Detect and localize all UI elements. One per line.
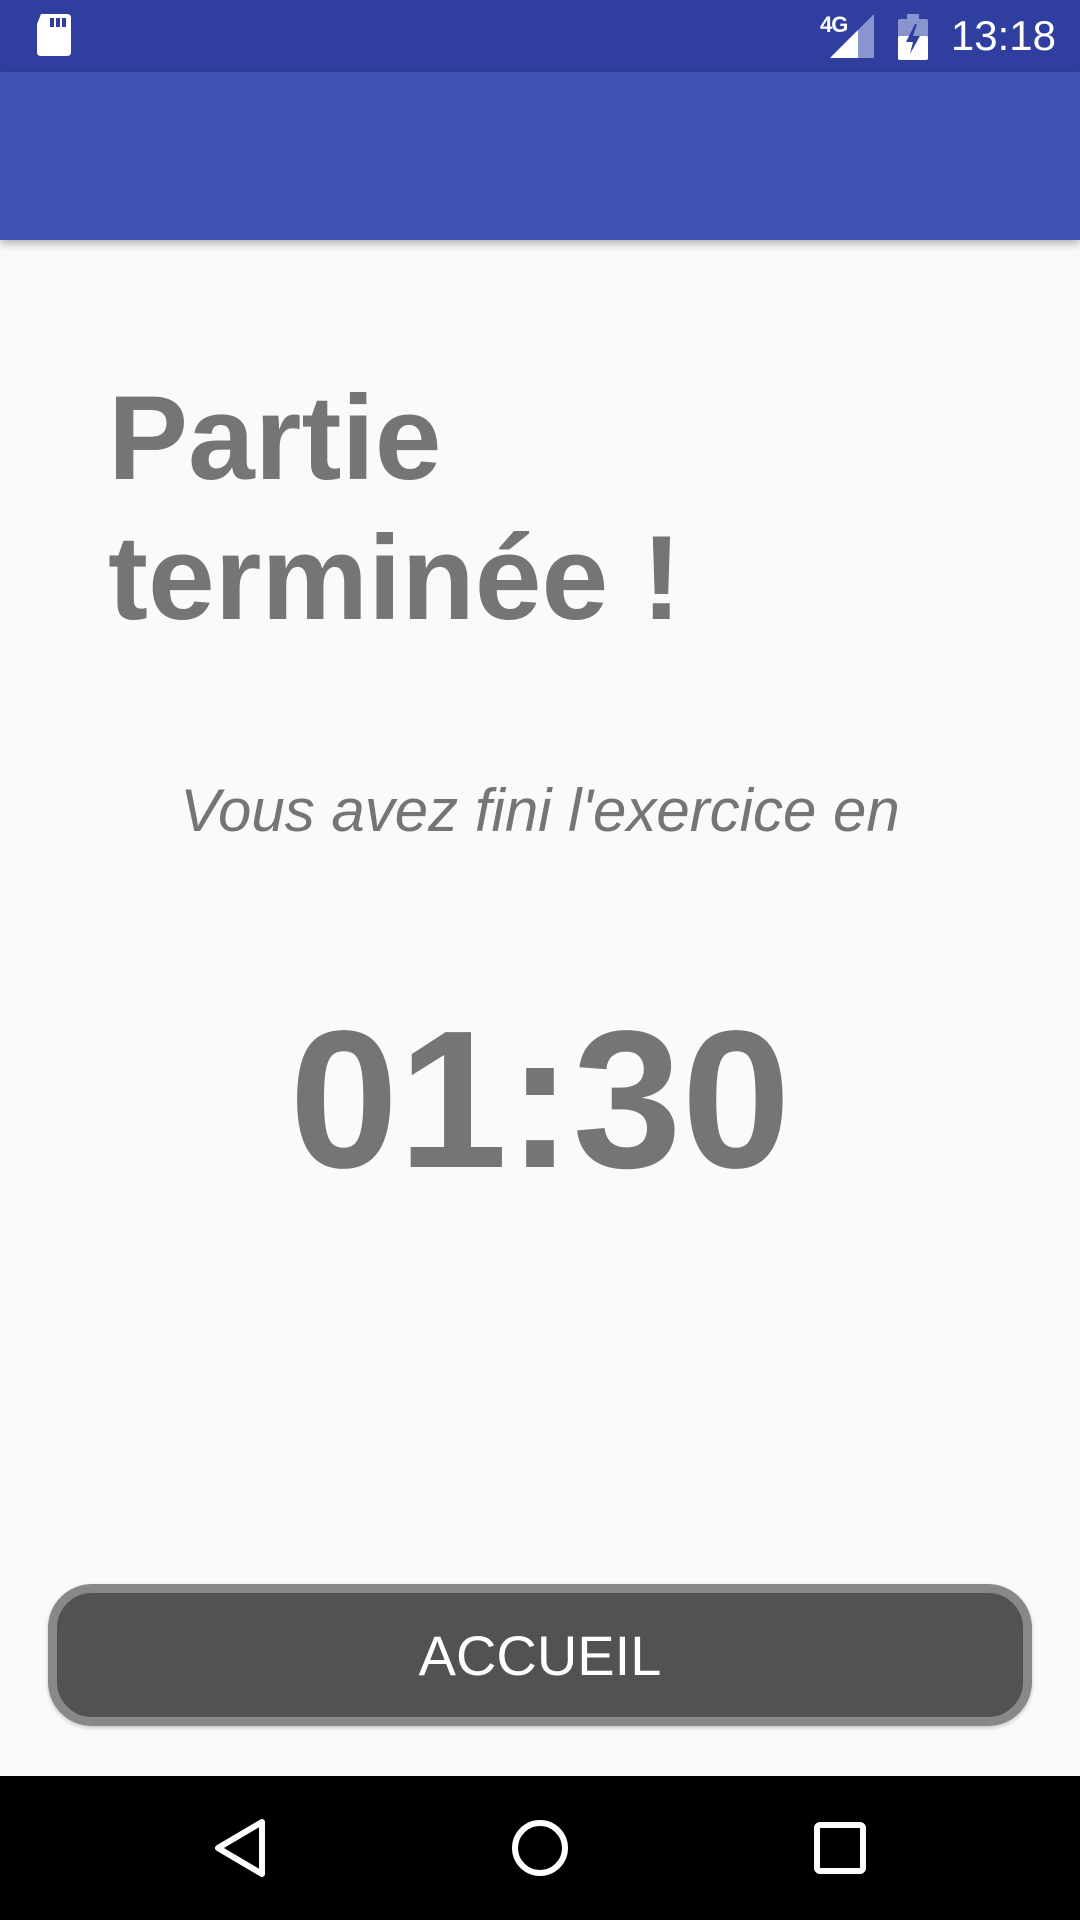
screen: 4G 13:18 Partie terminée ! Vous avez fin…: [0, 0, 1080, 1920]
status-bar: 4G 13:18: [0, 0, 1080, 72]
game-over-title: Partie terminée !: [108, 371, 682, 645]
app-bar: [0, 72, 1080, 240]
signal-icon: [830, 14, 874, 58]
back-icon: [215, 1819, 265, 1877]
elapsed-time: 01:30: [289, 990, 791, 1209]
status-bar-clock: 13:18: [950, 12, 1056, 59]
battery-charging-icon: [898, 14, 928, 60]
nav-home-button[interactable]: [498, 1806, 582, 1890]
home-button[interactable]: ACCUEIL: [48, 1584, 1032, 1726]
completion-message: Vous avez fini l'exercice en: [180, 777, 900, 844]
sd-card-icon: [37, 14, 71, 56]
nav-back-button[interactable]: [198, 1806, 282, 1890]
recents-icon: [814, 1822, 866, 1874]
navigation-bar: [0, 1776, 1080, 1920]
nav-recents-button[interactable]: [798, 1806, 882, 1890]
home-icon: [512, 1820, 568, 1876]
